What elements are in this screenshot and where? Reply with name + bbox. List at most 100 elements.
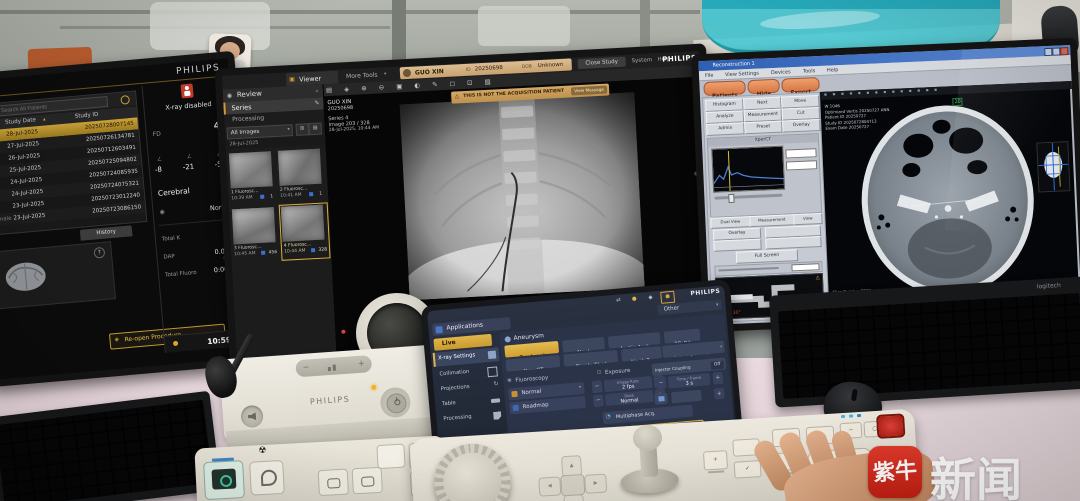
time-display: Time / frame 3 s <box>668 373 711 389</box>
menu-devices[interactable]: Devices <box>771 69 791 76</box>
thumbnail-time: 10:39 AM <box>231 195 253 201</box>
worklist-window: Study Date ▴ Study ID 28-Jul-2025 202507… <box>0 90 147 235</box>
slider-thumb[interactable] <box>728 194 734 203</box>
thumbnail-image <box>278 149 322 186</box>
key-grid <box>778 293 1080 399</box>
other-dropdown[interactable]: Other ▾ <box>657 300 722 316</box>
watermark-badge-text: 紫牛 <box>867 452 923 488</box>
patient-id: 20250698 <box>475 65 503 72</box>
collimation-label: Collimation <box>439 369 469 378</box>
xperct-title: XperCT <box>708 134 818 147</box>
teal-basin-rim <box>702 0 1000 9</box>
warning-icon: ⚠ <box>815 275 820 281</box>
menu-help[interactable]: Help <box>827 67 839 73</box>
dose-icon: ● <box>632 296 637 302</box>
thumbnail-1[interactable]: 1 Fluorosc... 10:39 AM 1 <box>227 149 277 205</box>
menu-view-settings[interactable]: View Settings <box>725 71 759 78</box>
time-plus-button[interactable]: + <box>712 372 723 385</box>
knob-face <box>442 451 503 501</box>
threshold-slider[interactable] <box>714 194 782 200</box>
dpad-left-button: ◀ <box>538 476 561 496</box>
speech-icon <box>361 476 375 487</box>
chevron-down-icon: ▾ <box>716 302 719 308</box>
frames-icon <box>309 192 313 196</box>
tool-admin[interactable]: Admin <box>706 122 744 136</box>
procedure-preview-panel: ? <box>0 241 116 309</box>
tab-measurement[interactable]: Measurement <box>749 214 794 227</box>
chevron-down-icon: ▾ <box>579 385 582 390</box>
thumbnail-count: 1 <box>270 194 273 199</box>
3dra-button[interactable]: 3D-RA <box>664 329 701 344</box>
watermark-badge: 紫牛 <box>868 446 922 498</box>
value-field[interactable] <box>786 160 817 170</box>
dob-label: DOB <box>522 64 532 70</box>
panel-button[interactable] <box>713 239 761 252</box>
strip-field[interactable] <box>791 263 819 271</box>
status-led <box>173 341 178 346</box>
system-menu[interactable]: System <box>631 57 652 64</box>
thumbnail-2[interactable]: 2 Fluorosc... 10:41 AM 1 <box>276 147 326 203</box>
xperct-button[interactable]: XperCT <box>505 355 560 372</box>
thumbnail-label: 3 Fluorosc... <box>234 245 262 251</box>
chevron-down-icon[interactable]: ▾ <box>384 71 387 77</box>
panel-button[interactable] <box>765 236 821 249</box>
applications-icon <box>435 326 443 334</box>
fluoroscopy-image <box>400 92 645 300</box>
kv-plus-button[interactable]: + <box>714 388 725 400</box>
patients-button[interactable]: Patients <box>703 80 746 96</box>
image-overlay-text: GUO XIN 20250698 Series 4 Image 203 / 32… <box>327 98 379 134</box>
flavor-icon <box>511 391 518 398</box>
dose-minus-button[interactable]: − <box>593 394 604 407</box>
window-title: Reconstruction 1 <box>712 61 754 69</box>
thumbnail-3[interactable]: 3 Fluorosc... 10:45 AM 456 <box>230 205 280 261</box>
value-field[interactable] <box>785 148 816 158</box>
hide-button[interactable]: Hide <box>747 79 780 94</box>
brain-icon <box>1 258 50 296</box>
collapse-icon[interactable]: « <box>315 88 319 95</box>
menu-tools[interactable]: Tools <box>803 68 816 75</box>
multiphase-icon: ◔ <box>606 414 611 420</box>
angulation-icon: ∠ <box>187 154 192 160</box>
help-icon[interactable]: ? <box>93 247 105 259</box>
active-tab-bar <box>223 103 226 115</box>
frames-icon <box>261 251 265 255</box>
sort-asc-icon[interactable]: ▴ <box>43 114 46 125</box>
image-rate-minus-button[interactable]: − <box>592 380 603 393</box>
tab-more-tools[interactable]: More Tools <box>346 72 378 81</box>
export-button[interactable]: Export <box>781 77 820 93</box>
thumbnail-label: 2 Fluorosc... <box>280 186 308 192</box>
speech-button <box>318 469 349 497</box>
edit-icon[interactable]: ✎ <box>314 100 319 107</box>
neck-button[interactable]: Neck <box>562 337 605 353</box>
strip-slider[interactable] <box>719 267 779 272</box>
collimation-icon <box>487 366 498 377</box>
nav-thumbnail[interactable] <box>1036 141 1070 192</box>
single-shot-button[interactable]: Single Shot <box>563 350 618 367</box>
view-message-button[interactable]: View Message <box>571 86 607 96</box>
history-tab[interactable]: History <box>80 225 133 240</box>
menu-file[interactable]: File <box>705 73 714 79</box>
xray-enable-button <box>203 460 245 500</box>
neck-2x-button[interactable]: Neck 2x <box>621 346 662 361</box>
patient-orientation-button[interactable]: Patient Orientation ▾ <box>662 341 725 358</box>
tab-view[interactable]: View <box>793 213 822 225</box>
tab-dual-view[interactable]: Dual View <box>710 216 750 229</box>
control-room-photo: PHILIPS Study Date ▴ Study ID 28-Jul <box>0 0 1080 501</box>
grid-view-button[interactable]: ⊞ <box>295 123 309 136</box>
close-study-button[interactable]: Close Study <box>577 57 625 69</box>
tool-overlay[interactable]: Overlay <box>782 119 820 133</box>
time-minus-button[interactable]: − <box>656 377 667 390</box>
thumbnail-4-selected[interactable]: 4 Fluorosc... 10:44 AM 328 <box>279 202 331 260</box>
kv-display[interactable]: 48 kV <box>671 390 702 404</box>
dpad-right-button: ▶ <box>584 474 607 494</box>
list-view-button[interactable]: ▤ <box>308 123 322 136</box>
thumbnail-label: 1 Fluorosc... <box>231 189 259 195</box>
cell-name: Female <box>0 213 12 227</box>
tool-preset[interactable]: Preset <box>744 121 782 135</box>
detector-icon-button[interactable] <box>654 393 668 405</box>
speech-button <box>352 467 383 495</box>
xray-disabled-icon <box>181 83 194 98</box>
volume-down-button: − <box>302 362 309 371</box>
worklist-rows: 28-Jul-2025 20250728007145 27-Jul-2025 2… <box>0 117 146 226</box>
search-icon[interactable] <box>120 95 130 105</box>
